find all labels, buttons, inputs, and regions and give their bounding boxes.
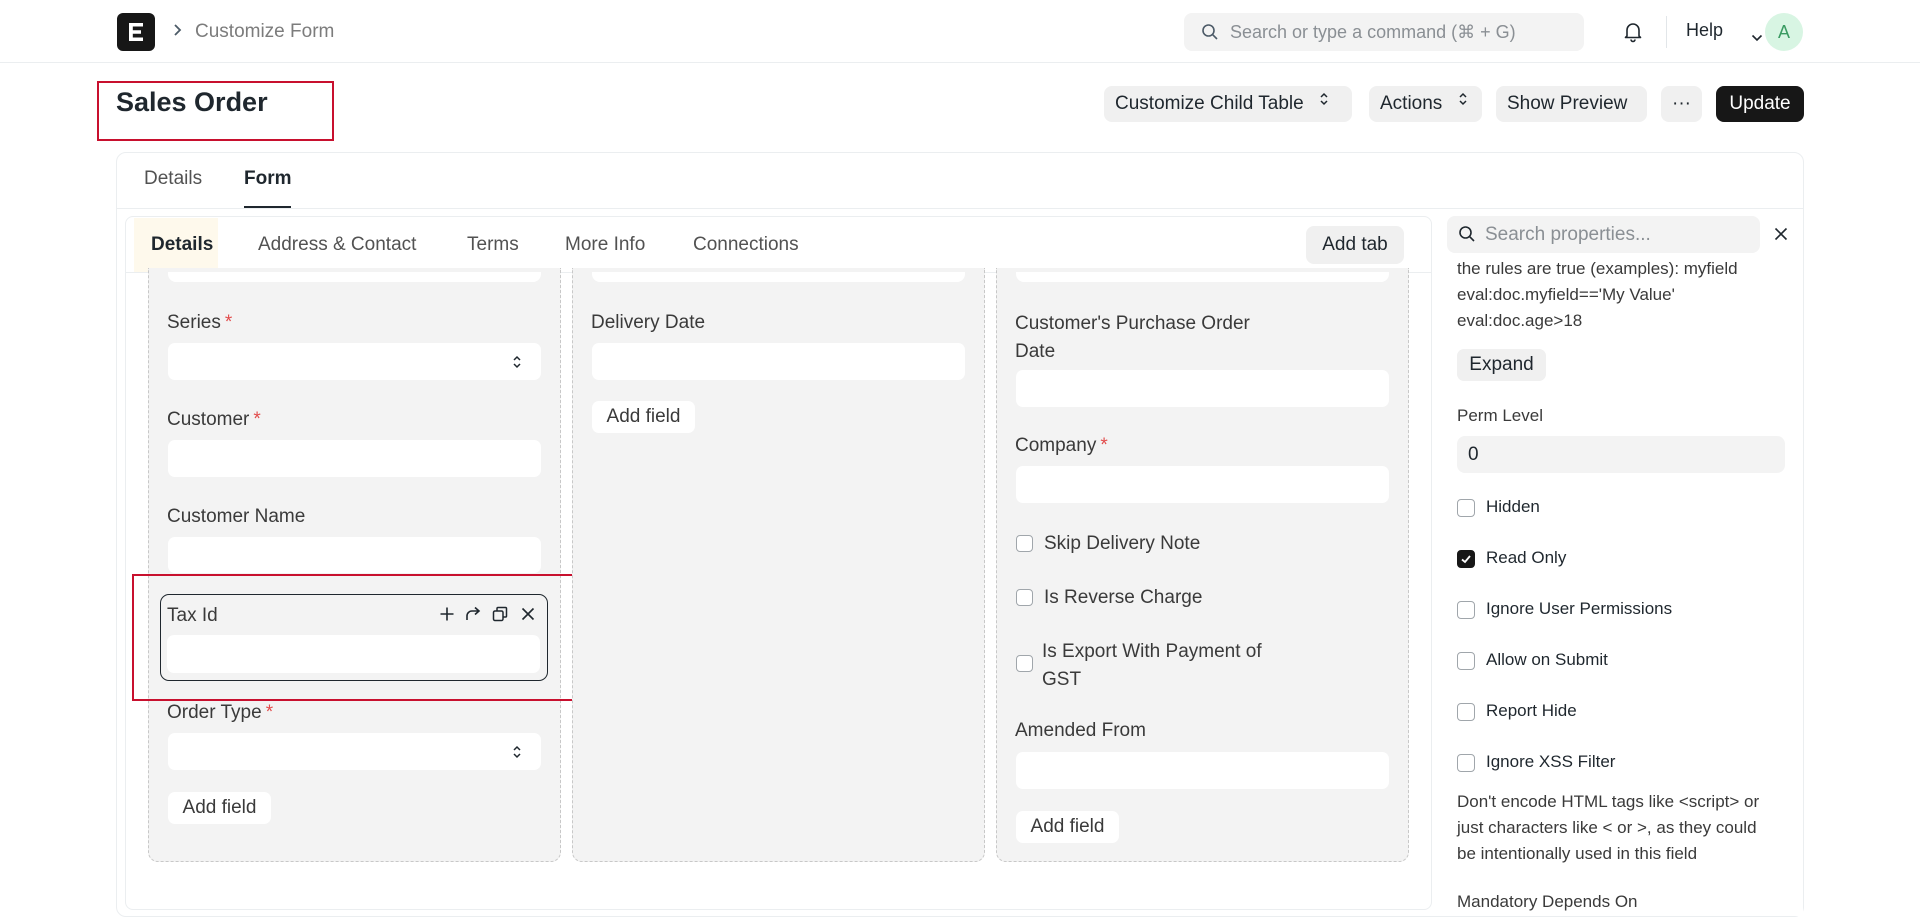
awesomebar-input[interactable] bbox=[1230, 13, 1575, 51]
tab-details[interactable]: Details bbox=[144, 168, 202, 190]
update-button[interactable]: Update bbox=[1716, 86, 1804, 122]
chevron-down-icon[interactable] bbox=[1751, 26, 1763, 47]
show-preview-button[interactable]: Show Preview bbox=[1496, 86, 1647, 122]
ignore-xss-filter-label: Ignore XSS Filter bbox=[1486, 752, 1616, 771]
page-title: Sales Order bbox=[116, 87, 268, 117]
read-only-label: Read Only bbox=[1486, 548, 1567, 567]
add-tab-button[interactable]: Add tab bbox=[1306, 226, 1404, 264]
select-arrows-icon bbox=[1458, 84, 1468, 120]
actions-button[interactable]: Actions bbox=[1369, 86, 1482, 122]
is-reverse-charge-label: Is Reverse Charge bbox=[1044, 587, 1203, 608]
ignore-xss-filter-checkbox[interactable] bbox=[1457, 754, 1475, 772]
allow-on-submit-label: Allow on Submit bbox=[1486, 650, 1608, 669]
perm-level-input[interactable]: 0 bbox=[1457, 436, 1785, 473]
form-tab-connections[interactable]: Connections bbox=[693, 234, 799, 256]
customize-child-table-label: Customize Child Table bbox=[1115, 93, 1304, 114]
field-label-customer-po-date: Customer's Purchase Order Date bbox=[1015, 313, 1250, 362]
field-label-customer: Customer * bbox=[167, 409, 261, 430]
select-arrows-icon bbox=[1319, 84, 1329, 120]
properties-search[interactable] bbox=[1447, 216, 1760, 253]
app-logo-icon[interactable] bbox=[117, 13, 155, 51]
actions-label: Actions bbox=[1380, 93, 1443, 114]
hidden-checkbox[interactable] bbox=[1457, 499, 1475, 517]
skip-delivery-note-label: Skip Delivery Note bbox=[1044, 533, 1201, 554]
bell-icon[interactable] bbox=[1621, 19, 1645, 48]
field-label-delivery-date: Delivery Date bbox=[591, 312, 706, 333]
is-export-with-payment-checkbox[interactable] bbox=[1016, 655, 1033, 672]
more-options-button[interactable]: ··· bbox=[1661, 86, 1702, 122]
amended-from-input[interactable] bbox=[1016, 752, 1389, 789]
skip-delivery-note-checkbox[interactable] bbox=[1016, 535, 1033, 552]
mandatory-depends-on-label: Mandatory Depends On bbox=[1457, 892, 1638, 911]
field-label-customer-name: Customer Name bbox=[167, 506, 306, 527]
user-avatar[interactable]: A bbox=[1765, 13, 1803, 51]
customer-input[interactable] bbox=[168, 440, 541, 477]
navbar-divider bbox=[1666, 16, 1667, 48]
perm-level-label: Perm Level bbox=[1457, 406, 1543, 425]
select-arrows-icon bbox=[512, 352, 522, 377]
form-tab-terms[interactable]: Terms bbox=[467, 234, 519, 256]
breadcrumb-customize-form[interactable]: Customize Form bbox=[195, 21, 334, 43]
form-tab-more-info[interactable]: More Info bbox=[565, 234, 645, 256]
field-input-stub bbox=[592, 272, 965, 282]
form-tab-address-contact[interactable]: Address & Contact bbox=[258, 234, 416, 256]
select-arrows-icon bbox=[512, 742, 522, 767]
ignore-user-permissions-label: Ignore User Permissions bbox=[1486, 599, 1673, 618]
ignore-user-permissions-checkbox[interactable] bbox=[1457, 601, 1475, 619]
field-input-stub bbox=[168, 272, 541, 282]
field-label-order-type: Order Type * bbox=[167, 702, 274, 723]
add-field-button-col2[interactable]: Add field bbox=[592, 401, 695, 433]
navbar: Customize Form Help A bbox=[0, 0, 1920, 63]
series-select[interactable] bbox=[168, 343, 541, 380]
close-icon[interactable] bbox=[1773, 226, 1789, 247]
report-hide-label: Report Hide bbox=[1486, 701, 1577, 720]
awesomebar[interactable] bbox=[1184, 13, 1584, 51]
delivery-date-input[interactable] bbox=[592, 343, 965, 380]
read-only-checkbox[interactable] bbox=[1457, 550, 1475, 568]
help-dropdown[interactable]: Help bbox=[1686, 20, 1723, 41]
chevron-right-icon bbox=[172, 22, 182, 43]
selected-field-highlight-box bbox=[132, 574, 601, 701]
search-icon bbox=[1201, 23, 1219, 46]
add-field-button-col1[interactable]: Add field bbox=[168, 792, 271, 824]
form-tab-details[interactable]: Details bbox=[151, 234, 213, 256]
order-type-select[interactable] bbox=[168, 733, 541, 770]
search-icon bbox=[1458, 225, 1476, 248]
add-field-button-col3[interactable]: Add field bbox=[1016, 811, 1119, 843]
properties-search-input[interactable] bbox=[1485, 216, 1753, 253]
field-input-stub bbox=[1016, 272, 1389, 282]
field-label-company: Company * bbox=[1015, 435, 1108, 456]
tab-form[interactable]: Form bbox=[244, 168, 292, 190]
is-reverse-charge-checkbox[interactable] bbox=[1016, 589, 1033, 606]
company-input[interactable] bbox=[1016, 466, 1389, 503]
report-hide-checkbox[interactable] bbox=[1457, 703, 1475, 721]
field-label-amended-from: Amended From bbox=[1015, 720, 1146, 741]
xss-help-text: Don't encode HTML tags like <script> or … bbox=[1457, 792, 1760, 863]
customize-child-table-button[interactable]: Customize Child Table bbox=[1104, 86, 1352, 122]
allow-on-submit-checkbox[interactable] bbox=[1457, 652, 1475, 670]
customer-po-date-input[interactable] bbox=[1016, 370, 1389, 407]
tabs-divider bbox=[117, 208, 1803, 209]
field-label-series: Series * bbox=[167, 312, 233, 333]
is-export-with-payment-label: Is Export With Payment of GST bbox=[1042, 641, 1262, 690]
hidden-label: Hidden bbox=[1486, 497, 1540, 516]
depends-on-help-text: the rules are true (examples): myfield e… bbox=[1457, 259, 1738, 330]
expand-button[interactable]: Expand bbox=[1457, 349, 1546, 381]
customer-name-input[interactable] bbox=[168, 537, 541, 573]
